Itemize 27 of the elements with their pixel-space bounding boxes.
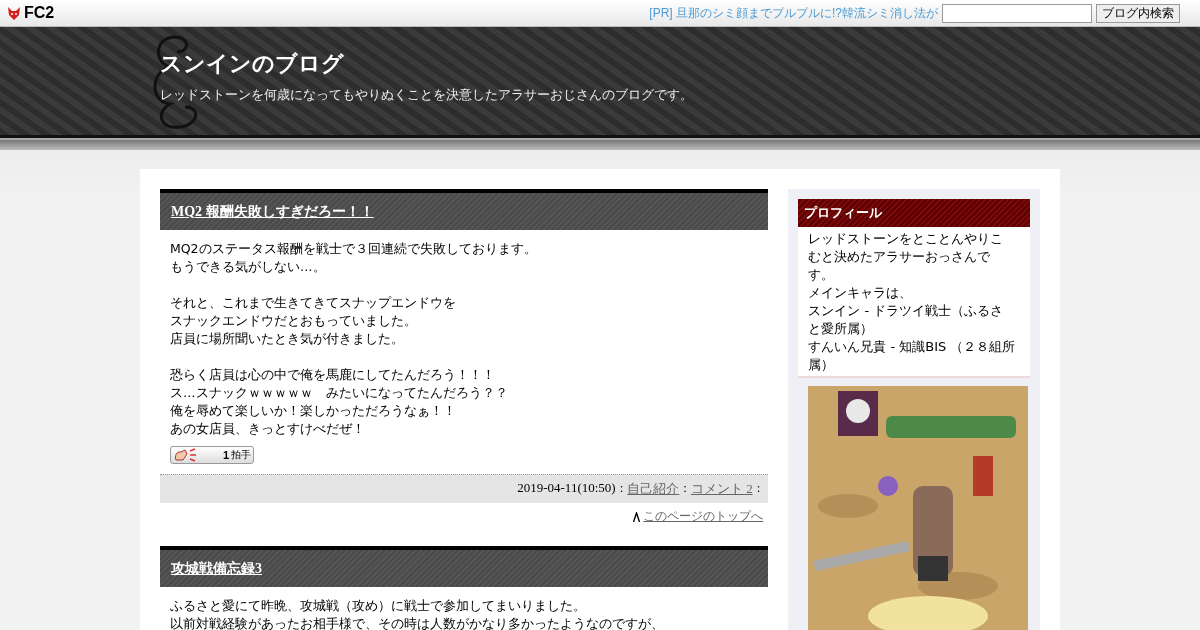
clapping-hands-icon: [173, 448, 199, 462]
post-title-link[interactable]: 攻城戦備忘録3: [171, 559, 262, 578]
fc2-logo[interactable]: FC2: [6, 4, 55, 22]
post-paragraph: ふるさと愛にて昨晩、攻城戦（攻め）に戦士で参加してまいりました。 以前対戦経験があったお相手様で、その時は人数がかなり多かったようなのですが、: [170, 597, 665, 630]
post-paragraph: 恐らく店員は心の中で俺を馬鹿にしてたんだろう！！！ ス…スナックｗｗｗｗｗ みたいになってたんだろう？？ 俺を辱めて楽しいか！楽しかっただろうなぁ！！ あの女店員、きっとすけべだぜ！: [170, 366, 509, 438]
comments-link[interactable]: コメント 2: [690, 480, 753, 498]
blog-description: レッドストーンを何歳になってもやりぬくことを決意したアラサーおじさんのブログです。: [160, 87, 693, 104]
profile-text: レッドストーンをとことんやりこむと決めたアラサーおっさんです。: [808, 230, 1005, 284]
post-title-link[interactable]: MQ2 報酬失敗しすぎだろー！！: [171, 202, 374, 221]
post-paragraph: それと、これまで生きてきてスナップエンドウを スナックエンドウだとおもっていました。 店員に場所聞いたとき気が付きました。: [170, 294, 457, 348]
profile-text: すんいん兄貴 - 知識BIS （２８組所属）: [808, 338, 1016, 374]
profile-text: メインキャラは、: [808, 284, 914, 302]
search-button[interactable]: ブログ内検索: [1096, 3, 1180, 23]
logo-text: FC2: [24, 4, 55, 22]
category-link[interactable]: 自己紹介: [627, 480, 680, 498]
separator: :: [619, 480, 624, 497]
fox-icon: [6, 5, 22, 21]
post-date: 2019-04-11(10:50): [517, 480, 616, 497]
clap-button[interactable]: 1 拍手: [170, 446, 254, 464]
blog-title[interactable]: スンインのブログ: [160, 49, 693, 79]
page-top-link[interactable]: このページのトップへ: [643, 508, 764, 525]
search-field[interactable]: [942, 3, 1092, 23]
profile-text: スンイン - ドラツイ戦士（ふるさと愛所属）: [808, 302, 1005, 338]
post-paragraph: MQ2のステータス報酬を戦士で３回連続で失敗しております。 もうできる気がしない…。: [170, 240, 538, 276]
separator: :: [683, 480, 687, 497]
separator: :: [756, 480, 761, 497]
profile-heading: プロフィール: [798, 199, 1030, 227]
